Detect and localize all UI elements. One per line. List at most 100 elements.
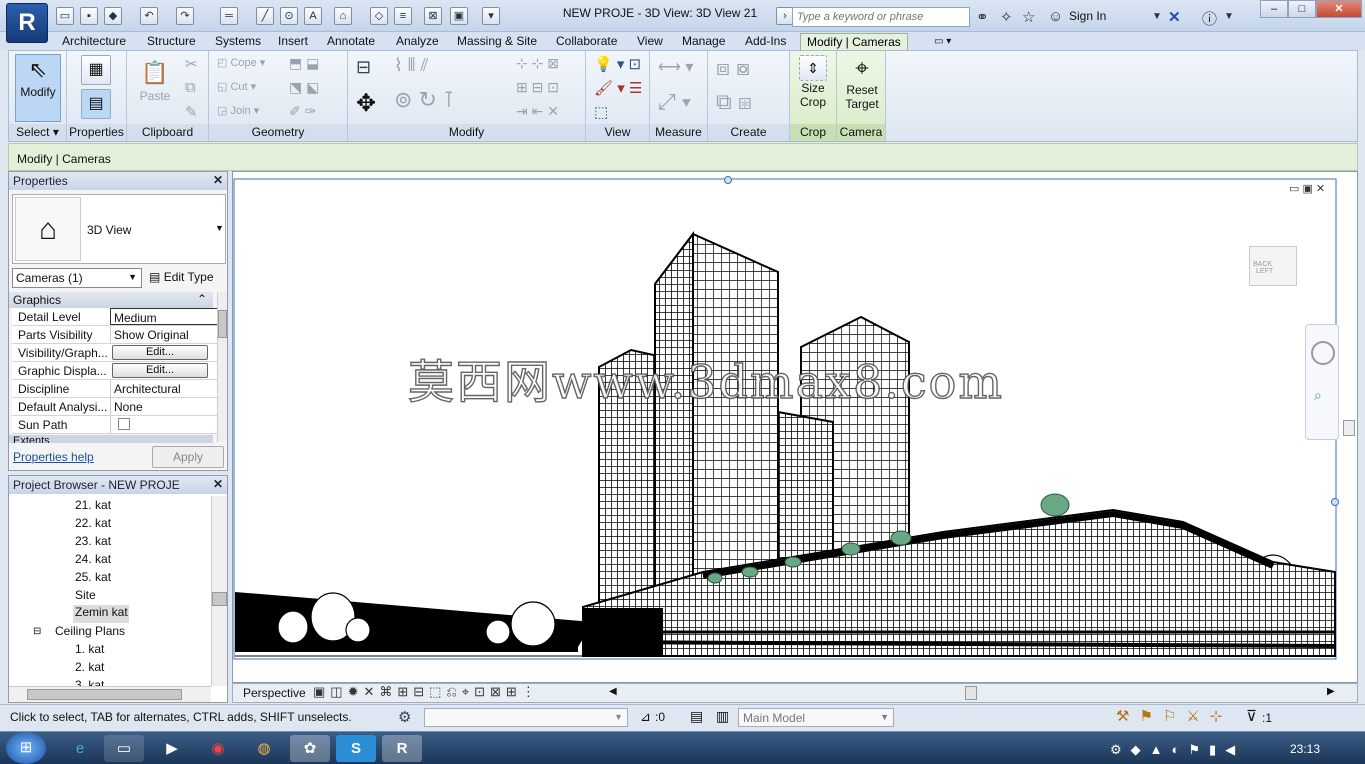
- extents-section-header[interactable]: Extents: [9, 435, 213, 443]
- linework-icon[interactable]: ⬚: [594, 103, 608, 121]
- edit-type-button[interactable]: ▤ Edit Type: [149, 268, 214, 284]
- array-icon[interactable]: ⊹ ⊹ ⊠: [516, 55, 559, 72]
- detail-level-field[interactable]: Medium: [110, 308, 218, 325]
- tab-add-ins[interactable]: Add-Ins: [739, 33, 792, 50]
- tab-view[interactable]: View: [631, 33, 669, 50]
- switch-windows-icon[interactable]: ▣: [450, 7, 468, 25]
- type-selector[interactable]: ⌂ 3D View ▼: [12, 194, 226, 264]
- properties-scrollbar[interactable]: [217, 292, 227, 442]
- close-button[interactable]: ✕: [1316, 0, 1362, 18]
- text-icon[interactable]: A: [304, 7, 322, 25]
- media-player-icon[interactable]: ▶: [152, 735, 192, 762]
- chrome-icon[interactable]: ◍: [244, 735, 284, 762]
- filter-icon[interactable]: ⊽: [1246, 707, 1257, 725]
- favorites-star-icon[interactable]: ☆: [1022, 8, 1035, 26]
- pdf-reader-icon[interactable]: ◉: [198, 735, 238, 762]
- system-tray-icons[interactable]: ⚙◆▲◐⚑▮◀: [1110, 742, 1244, 758]
- open-icon[interactable]: ▭: [56, 7, 74, 25]
- binoculars-icon[interactable]: ⚭: [976, 8, 989, 26]
- close-browser-icon[interactable]: ✕: [213, 477, 223, 491]
- tab-insert[interactable]: Insert: [272, 33, 314, 50]
- collapse-node-icon[interactable]: ⊟: [33, 626, 41, 637]
- exchange-apps-icon[interactable]: ✕: [1168, 8, 1181, 26]
- sign-in-dropdown-icon[interactable]: ▼: [1152, 11, 1162, 22]
- size-crop-button[interactable]: ⇕ Size Crop: [792, 55, 834, 109]
- apply-button[interactable]: Apply: [152, 446, 224, 468]
- help-icon[interactable]: ⓘ: [1202, 8, 1217, 29]
- type-properties-icon[interactable]: ▦: [81, 55, 111, 85]
- subscription-icon[interactable]: ✧: [1000, 8, 1013, 26]
- close-properties-icon[interactable]: ✕: [213, 173, 223, 187]
- steering-wheel-icon[interactable]: [1311, 341, 1335, 365]
- aligned-dimension-icon[interactable]: ╱: [256, 7, 274, 25]
- exclude-options-icon[interactable]: ▥: [716, 708, 729, 725]
- editing-requests-icon[interactable]: ⊿: [640, 709, 651, 725]
- user-icon[interactable]: ☺: [1048, 8, 1063, 25]
- tab-modify-cameras[interactable]: Modify | Cameras: [800, 33, 908, 50]
- workset-select[interactable]: ▼: [424, 708, 628, 727]
- parts-visibility-field[interactable]: Show Original: [110, 326, 218, 343]
- sun-path-checkbox[interactable]: [118, 418, 130, 430]
- tree-item-ceiling-plans[interactable]: Ceiling Plans: [55, 624, 260, 642]
- view-window-controls[interactable]: ▭ ▣ ✕: [1289, 182, 1325, 195]
- instance-filter-select[interactable]: Cameras (1) ▼: [12, 268, 142, 288]
- default-analysis-field[interactable]: None: [110, 398, 218, 415]
- join-button[interactable]: ◲ Join ▾: [217, 104, 259, 117]
- delete-icon[interactable]: ⇥ ⇤ ✕: [516, 103, 559, 120]
- close-hidden-windows-icon[interactable]: ⊠: [424, 7, 442, 25]
- copy-icon[interactable]: ⧉: [185, 79, 196, 96]
- browser-hscrollbar[interactable]: [9, 686, 211, 702]
- revit-taskbar-icon[interactable]: R: [382, 735, 422, 762]
- match-properties-icon[interactable]: ✎: [185, 103, 198, 121]
- scroll-left-icon[interactable]: ◀: [609, 686, 617, 697]
- hide-bulb-icon[interactable]: 💡 ▾ ⊡: [594, 55, 641, 73]
- type-dropdown-icon[interactable]: ▼: [215, 223, 224, 233]
- cut-geometry-button[interactable]: ◱ Cut ▾: [217, 80, 256, 93]
- start-button[interactable]: ⊞: [6, 732, 46, 764]
- split-face-icon[interactable]: ⬒ ⬓: [289, 55, 319, 72]
- design-option-select[interactable]: Main Model ▼: [738, 708, 894, 727]
- tab-manage[interactable]: Manage: [676, 33, 731, 50]
- default-3d-view-icon[interactable]: ⌂: [334, 7, 352, 25]
- create-group-icon[interactable]: ⧉ ⧆: [716, 89, 752, 115]
- tab-collaborate[interactable]: Collaborate: [550, 33, 623, 50]
- tab-architecture[interactable]: Architecture: [56, 33, 132, 50]
- help-search-input[interactable]: [792, 7, 970, 27]
- section-icon[interactable]: ◇: [370, 7, 388, 25]
- paint-icon[interactable]: ✐ ✑: [289, 103, 316, 120]
- scale-icon[interactable]: ⊞ ⊟ ⊡: [516, 79, 559, 96]
- reset-target-button[interactable]: ⌖ Reset Target: [839, 55, 885, 111]
- discipline-field[interactable]: Architectural: [110, 380, 218, 397]
- zoom-icon[interactable]: ⌕: [1314, 387, 1338, 404]
- measure-icon[interactable]: ═: [220, 7, 238, 25]
- minimize-button[interactable]: –: [1260, 0, 1288, 18]
- paint-app-icon[interactable]: ✿: [290, 735, 330, 762]
- dimension-icon[interactable]: ⤢ ▾: [658, 89, 691, 115]
- cope-button[interactable]: ◰ Cope ▾: [217, 56, 265, 69]
- properties-help-link[interactable]: Properties help: [13, 450, 94, 464]
- internet-explorer-icon[interactable]: e: [60, 735, 100, 762]
- graphic-display-edit-button[interactable]: Edit...: [112, 363, 208, 378]
- rotate-icon[interactable]: ⊚ ↻ ⊺: [394, 87, 455, 113]
- file-explorer-icon[interactable]: ▭: [104, 735, 144, 762]
- tab-systems[interactable]: Systems: [209, 33, 267, 50]
- sync-icon[interactable]: ◆: [104, 7, 122, 25]
- scroll-right-icon[interactable]: ▶: [1327, 686, 1335, 697]
- graphics-section-header[interactable]: Graphics ⌃: [9, 292, 213, 308]
- tag-icon[interactable]: ⊙: [280, 7, 298, 25]
- view-hscroll-thumb[interactable]: [965, 686, 977, 700]
- redo-icon[interactable]: ↷: [176, 7, 194, 25]
- save-icon[interactable]: ▪: [80, 7, 98, 25]
- visibility-edit-button[interactable]: Edit...: [112, 345, 208, 360]
- design-options-icon[interactable]: ▤: [690, 708, 703, 725]
- create-assembly-icon[interactable]: ⧈ ⧇: [716, 55, 750, 81]
- help-dropdown-icon[interactable]: ▼: [1224, 11, 1234, 22]
- tab-analyze[interactable]: Analyze: [390, 33, 445, 50]
- viewcube[interactable]: BACK LEFT: [1249, 246, 1297, 286]
- browser-scrollbar[interactable]: [211, 496, 227, 686]
- offset-icon[interactable]: ⌇ ⫴ ⫽: [394, 55, 428, 76]
- thin-lines-icon[interactable]: ≡: [394, 7, 412, 25]
- tab-annotate[interactable]: Annotate: [321, 33, 381, 50]
- move-icon[interactable]: ✥: [356, 89, 376, 118]
- align-icon[interactable]: ⊟: [356, 57, 371, 78]
